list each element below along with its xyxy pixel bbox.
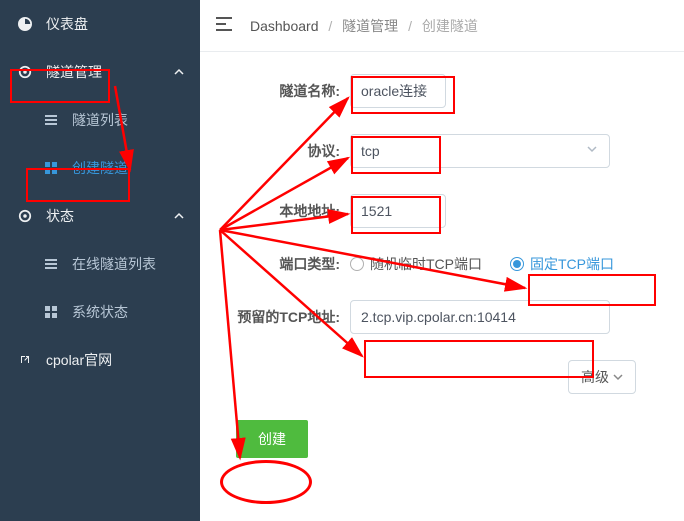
local-addr-input[interactable] [350,194,446,228]
breadcrumb-dashboard[interactable]: Dashboard [250,18,319,34]
reserved-tcp-input[interactable] [350,300,610,334]
list-icon [42,258,60,270]
grid-icon [42,162,60,174]
breadcrumb: Dashboard / 隧道管理 / 创建隧道 [250,16,478,36]
port-type-random-radio[interactable]: 随机临时TCP端口 [350,254,482,274]
create-button[interactable]: 创建 [236,420,308,458]
dashboard-icon [16,17,34,31]
status-icon [16,209,34,223]
sidebar-label: 在线隧道列表 [72,254,156,274]
tunnel-name-label: 隧道名称: [200,81,350,101]
protocol-select[interactable] [350,134,610,168]
sidebar-label: 隧道列表 [72,110,128,130]
hamburger-icon[interactable] [216,17,232,34]
target-icon [16,65,34,79]
sidebar-label: 状态 [46,206,74,226]
sidebar-label: 隧道管理 [46,62,102,82]
chevron-up-icon [174,64,184,80]
local-addr-label: 本地地址: [200,201,350,221]
sidebar-item-system-status[interactable]: 系统状态 [0,288,200,336]
sidebar-item-dashboard[interactable]: 仪表盘 [0,0,200,48]
port-type-label: 端口类型: [200,254,350,274]
sidebar: 仪表盘 隧道管理 隧道列表 创建隧道 状态 在线隧道 [0,0,200,521]
sidebar-label: 系统状态 [72,302,128,322]
advanced-button[interactable]: 高级 [568,360,636,394]
create-tunnel-form: 隧道名称: 协议: 本地地址: 端口类型: 随机临时TCP端口 [200,52,684,458]
sidebar-label: 仪表盘 [46,14,88,34]
breadcrumb-tunnel-mgmt[interactable]: 隧道管理 [342,18,398,34]
sidebar-item-tunnel-mgmt[interactable]: 隧道管理 [0,48,200,96]
sidebar-item-online-tunnel-list[interactable]: 在线隧道列表 [0,240,200,288]
sidebar-item-cpolar-site[interactable]: cpolar官网 [0,336,200,384]
breadcrumb-create-tunnel: 创建隧道 [422,18,478,34]
tunnel-name-input[interactable] [350,74,446,108]
main-content: Dashboard / 隧道管理 / 创建隧道 隧道名称: 协议: 本地地址: [200,0,684,521]
chevron-up-icon [174,208,184,224]
sidebar-item-status[interactable]: 状态 [0,192,200,240]
port-type-fixed-radio[interactable]: 固定TCP端口 [510,254,614,274]
topbar: Dashboard / 隧道管理 / 创建隧道 [200,0,684,52]
sidebar-label: cpolar官网 [46,350,112,370]
sidebar-label: 创建隧道 [72,158,128,178]
grid-icon [42,306,60,318]
list-icon [42,114,60,126]
external-link-icon [16,354,34,366]
sidebar-item-create-tunnel[interactable]: 创建隧道 [0,144,200,192]
protocol-label: 协议: [200,141,350,161]
sidebar-item-tunnel-list[interactable]: 隧道列表 [0,96,200,144]
reserved-tcp-label: 预留的TCP地址: [200,307,350,327]
